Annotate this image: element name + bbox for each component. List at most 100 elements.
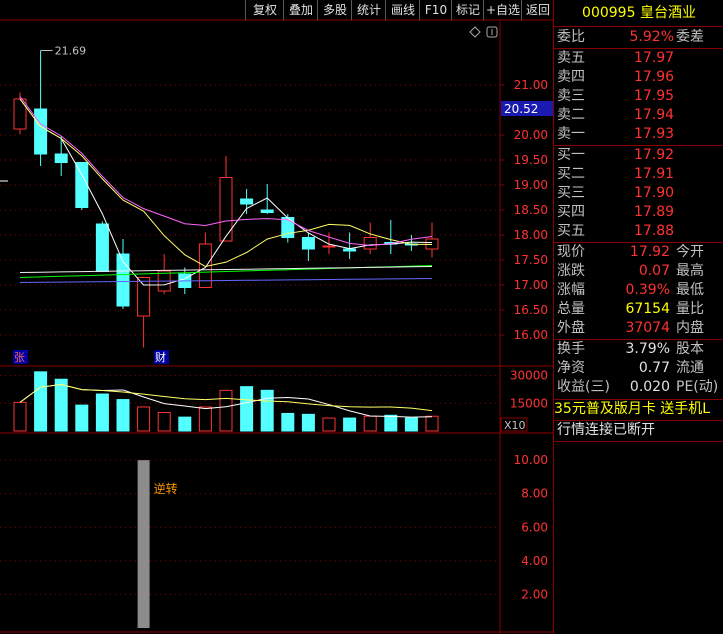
ask-row: 卖三 17.95 bbox=[554, 87, 723, 106]
stat2-label: 换手 bbox=[557, 341, 585, 357]
stat-value: 67154 bbox=[625, 301, 670, 317]
connection-status: 行情连接已断开 bbox=[557, 422, 655, 438]
toolbar-button-8[interactable]: 返回 bbox=[521, 0, 554, 20]
volume-bar[interactable] bbox=[363, 415, 377, 432]
diamond-icon[interactable] bbox=[469, 26, 481, 38]
toolbar-button-6[interactable]: 标记 bbox=[451, 0, 484, 20]
bid-row: 买二 17.91 bbox=[554, 165, 723, 184]
candle-body[interactable] bbox=[34, 108, 48, 155]
candle-body[interactable] bbox=[240, 198, 254, 205]
price-tick-label: 18.00 bbox=[514, 228, 548, 242]
stat-label2: 今开 bbox=[676, 244, 704, 260]
stat2-value: 0.77 bbox=[638, 360, 670, 376]
toolbar-button-4[interactable]: 画线 bbox=[385, 0, 420, 20]
bid-label: 买五 bbox=[557, 223, 585, 239]
volume-bar[interactable] bbox=[404, 417, 418, 432]
stat2-row: 换手 3.79% 股本 bbox=[554, 340, 723, 359]
indicator-bar[interactable] bbox=[137, 460, 150, 628]
chart-area[interactable]: 21.0020.5020.0019.5019.0018.5018.0017.50… bbox=[0, 0, 553, 634]
bid-price: 17.91 bbox=[634, 166, 675, 182]
bid-label: 买四 bbox=[557, 204, 585, 220]
stat-label: 涨跌 bbox=[557, 263, 585, 279]
volume-bar[interactable] bbox=[198, 406, 212, 432]
indicator-label: 逆转 bbox=[154, 481, 178, 496]
ma60-line bbox=[19, 278, 433, 283]
toolbar-button-1[interactable]: 叠加 bbox=[283, 0, 318, 20]
volume-bar[interactable] bbox=[54, 378, 68, 432]
bid-price: 17.92 bbox=[634, 147, 675, 163]
volume-bar[interactable] bbox=[116, 399, 130, 432]
stat-label: 现价 bbox=[557, 244, 585, 260]
candle-body[interactable] bbox=[95, 223, 109, 272]
stat-label2: 最低 bbox=[676, 282, 704, 298]
volume-tick-label: 15000 bbox=[510, 396, 548, 410]
volume-tick-label: 30000 bbox=[510, 369, 548, 383]
candle-body[interactable] bbox=[322, 245, 336, 248]
ask-price: 17.93 bbox=[634, 126, 675, 142]
toolbar-button-0[interactable]: 复权 bbox=[245, 0, 284, 20]
toolbar-button-7[interactable]: +自选 bbox=[483, 0, 522, 20]
stat2-value: 0.020 bbox=[629, 379, 670, 395]
candle-body[interactable] bbox=[75, 162, 89, 208]
indicator-tick-label: 2.00 bbox=[521, 587, 548, 601]
quote-panel: 000995 皇台酒业 委比 5.92% 委差 卖五 17.97 卖四 17.96 卖三… bbox=[553, 0, 723, 634]
bid-row: 买五 17.88 bbox=[554, 222, 723, 241]
volume-bar[interactable] bbox=[281, 412, 295, 432]
bid-row: 买一 17.92 bbox=[554, 146, 723, 165]
volume-bar[interactable] bbox=[322, 417, 336, 432]
volume-bar[interactable] bbox=[384, 414, 398, 432]
stat-value: 0.07 bbox=[638, 263, 670, 279]
stat-label: 涨幅 bbox=[557, 282, 585, 298]
bid-label: 买三 bbox=[557, 185, 585, 201]
ask-row: 卖四 17.96 bbox=[554, 68, 723, 87]
stock-title[interactable]: 000995 皇台酒业 bbox=[554, 2, 723, 24]
toolbar-button-2[interactable]: 多股 bbox=[317, 0, 352, 20]
volume-bar[interactable] bbox=[240, 386, 254, 432]
volume-bar[interactable] bbox=[95, 393, 109, 432]
price-tick-label: 17.50 bbox=[514, 253, 548, 267]
bid-row: 买三 17.90 bbox=[554, 184, 723, 203]
volume-bar[interactable] bbox=[34, 371, 48, 432]
volume-unit-label: X10 bbox=[504, 419, 526, 432]
ask-row: 卖二 17.94 bbox=[554, 106, 723, 125]
weibi-row: 委比 5.92% 委差 bbox=[554, 28, 723, 47]
current-price-tag-text: 20.52 bbox=[504, 102, 538, 116]
candle-body[interactable] bbox=[301, 237, 315, 250]
volume-bar[interactable] bbox=[425, 415, 439, 432]
toolbar-button-3[interactable]: 统计 bbox=[351, 0, 386, 20]
indicator-tick-label: 8.00 bbox=[521, 487, 548, 501]
stat-value: 37074 bbox=[625, 320, 670, 336]
stat-row: 总量 67154 量比 bbox=[554, 300, 723, 319]
weibi-label: 委比 bbox=[557, 29, 585, 45]
candle-body[interactable] bbox=[13, 98, 27, 130]
ask-row: 卖五 17.97 bbox=[554, 49, 723, 68]
bid-label: 买二 bbox=[557, 166, 585, 182]
price-tick-label: 19.00 bbox=[514, 178, 548, 192]
toolbar-button-5[interactable]: F10 bbox=[419, 0, 452, 20]
bid-price: 17.88 bbox=[634, 223, 675, 239]
volume-bar[interactable] bbox=[157, 412, 171, 432]
candle-body[interactable] bbox=[343, 248, 357, 252]
volume-bar[interactable] bbox=[75, 404, 89, 432]
promo-ad[interactable]: 35元普及版月卡 送手机L bbox=[554, 400, 723, 419]
stat-label2: 内盘 bbox=[676, 320, 704, 336]
ask-label: 卖二 bbox=[557, 107, 585, 123]
volume-bar[interactable] bbox=[13, 401, 27, 432]
volume-bar[interactable] bbox=[178, 416, 192, 432]
cai-marker-text: 财 bbox=[155, 350, 166, 364]
ask-row: 卖一 17.93 bbox=[554, 125, 723, 144]
volume-bar[interactable] bbox=[137, 406, 151, 432]
stat-row: 涨跌 0.07 最高 bbox=[554, 262, 723, 281]
candle-body[interactable] bbox=[137, 277, 151, 317]
ask-label: 卖一 bbox=[557, 126, 585, 142]
stat2-row: 净资 0.77 流通 bbox=[554, 359, 723, 378]
volume-bar[interactable] bbox=[343, 417, 357, 432]
candle-body[interactable] bbox=[363, 237, 377, 250]
candle-body[interactable] bbox=[260, 209, 274, 213]
stat-row: 现价 17.92 今开 bbox=[554, 243, 723, 262]
stat-row: 外盘 37074 内盘 bbox=[554, 319, 723, 338]
volume-bar[interactable] bbox=[260, 389, 274, 432]
volume-bar[interactable] bbox=[301, 413, 315, 432]
candle-body[interactable] bbox=[54, 153, 68, 163]
volume-bar[interactable] bbox=[219, 389, 233, 432]
